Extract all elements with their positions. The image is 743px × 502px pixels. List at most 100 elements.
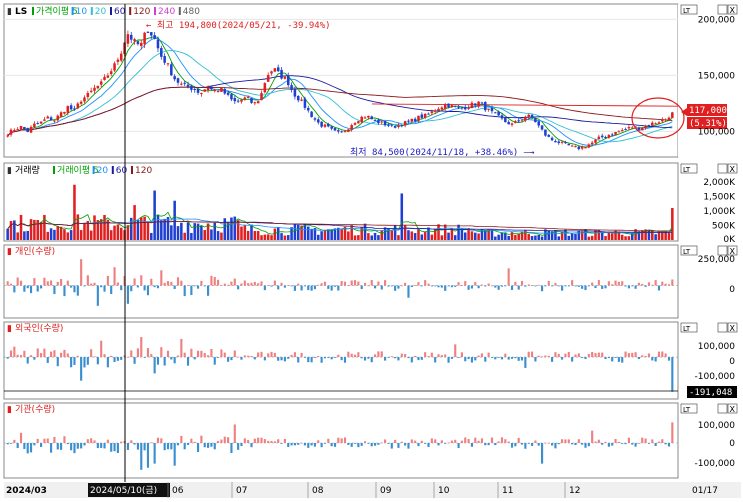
foreign-bar xyxy=(293,352,296,358)
panel-maximize-button[interactable] xyxy=(717,322,728,333)
institution-bar xyxy=(480,438,484,443)
volume-bar xyxy=(557,236,561,240)
individual-bar xyxy=(437,285,440,288)
individual-bar xyxy=(353,280,357,286)
institution-bar xyxy=(567,439,570,443)
candle-body xyxy=(183,82,186,84)
candle-body xyxy=(490,107,494,112)
individual-bar xyxy=(557,285,560,287)
institution-bar xyxy=(150,442,153,444)
price-panel xyxy=(3,3,679,158)
institution-bar xyxy=(434,439,437,443)
institution-bar xyxy=(243,438,246,443)
individual-bar xyxy=(627,285,630,289)
volume-bar xyxy=(307,226,310,240)
foreign-bar xyxy=(136,348,139,358)
institution-bar xyxy=(537,443,540,446)
institution-bar xyxy=(190,438,193,443)
foreign-bar xyxy=(357,352,360,358)
candle-body xyxy=(510,123,514,125)
candle-body xyxy=(260,93,263,101)
panel-maximize-button[interactable] xyxy=(717,4,728,15)
candle-body xyxy=(654,123,657,125)
institution-bar xyxy=(380,442,383,444)
institution-bar xyxy=(554,443,557,449)
stock-chart: ▮ LS 가격이평 510 20 60 120 240 480 ▮ 거래량 거래이평 52… xyxy=(3,3,741,498)
volume-bar xyxy=(547,230,551,240)
volume-bar xyxy=(240,226,243,240)
institution-bar xyxy=(323,443,327,444)
institution-bar xyxy=(253,438,256,443)
candle-body xyxy=(380,121,384,123)
institution-bar xyxy=(557,443,560,445)
foreign-bar xyxy=(333,357,337,358)
foreign-bar xyxy=(297,357,300,363)
volume-bar xyxy=(46,231,50,240)
foreign-bar xyxy=(671,357,674,392)
candle-body xyxy=(447,103,450,108)
individual-bar xyxy=(427,283,430,286)
panel-maximize-button[interactable] xyxy=(717,245,728,256)
individual-bar xyxy=(537,284,540,286)
candle-body xyxy=(610,134,614,136)
candle-body xyxy=(293,89,297,97)
foreign-bar xyxy=(537,355,540,358)
institution-bar xyxy=(170,443,173,450)
volume-bar xyxy=(310,228,313,240)
institution-bar xyxy=(66,443,69,445)
candle-body xyxy=(76,103,80,109)
individual-bar xyxy=(651,284,654,286)
individual-bar xyxy=(267,285,270,286)
volume-bar xyxy=(647,229,651,240)
institution-bar xyxy=(664,443,667,445)
panel-maximize-button[interactable] xyxy=(717,163,728,174)
institution-bar xyxy=(444,443,447,444)
foreign-bar xyxy=(230,357,233,361)
institution-bar xyxy=(657,441,661,443)
individual-bar xyxy=(614,280,617,286)
foreign-bar xyxy=(283,357,286,362)
institution-bar xyxy=(504,439,507,443)
volume-bar xyxy=(73,184,76,240)
panel-maximize-button[interactable] xyxy=(717,403,728,414)
institution-bar xyxy=(103,443,106,449)
volume-bar xyxy=(146,222,150,240)
candle-body xyxy=(186,84,190,87)
foreign-bar xyxy=(233,350,236,358)
volume-bar xyxy=(260,235,263,240)
individual-bar xyxy=(460,285,463,286)
candle-body xyxy=(103,76,106,80)
institution-bar xyxy=(661,439,664,443)
foreign-bar xyxy=(317,356,320,358)
foreign-bar xyxy=(29,355,33,358)
volume-bar xyxy=(63,229,66,240)
foreign-bar xyxy=(534,357,537,362)
foreign-bar xyxy=(410,357,413,363)
foreign-bar xyxy=(176,355,180,358)
volume-bar xyxy=(213,222,217,240)
foreign-bar xyxy=(203,352,206,358)
volume-bar xyxy=(176,226,180,240)
candle-body xyxy=(193,88,196,90)
institution-bar xyxy=(601,443,604,445)
foreign-bar xyxy=(464,357,467,362)
foreign-bar xyxy=(574,354,577,358)
volume-bar xyxy=(143,216,146,240)
individual-bar xyxy=(340,281,343,286)
candle-body xyxy=(657,122,661,124)
institution-bar xyxy=(447,442,450,444)
institution-bar xyxy=(617,441,620,443)
individual-bar xyxy=(464,281,467,286)
individual-bar xyxy=(434,285,437,287)
panel-lt-label: LT xyxy=(683,248,691,256)
foreign-bar xyxy=(327,357,330,358)
foreign-bar xyxy=(113,357,116,363)
institution-bar xyxy=(230,443,233,454)
candle-body xyxy=(520,119,524,121)
candle-body xyxy=(56,115,60,121)
candle-body xyxy=(307,107,310,111)
candle-body xyxy=(243,97,247,100)
foreign-bar xyxy=(86,357,89,365)
individual-bar xyxy=(414,284,417,286)
institution-bar xyxy=(470,443,473,447)
